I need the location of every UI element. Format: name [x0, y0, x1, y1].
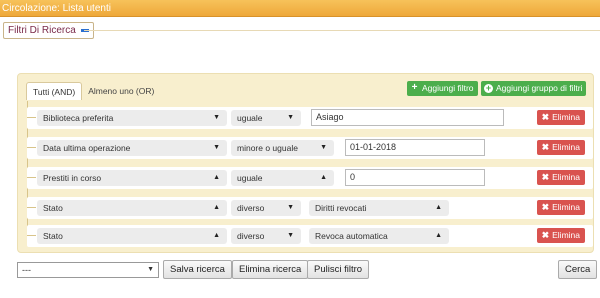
field-select[interactable]: Stato ▲	[37, 200, 227, 216]
caret-up-icon: ▲	[213, 174, 220, 181]
delete-filter-button[interactable]: ✖ Elimina	[536, 228, 585, 243]
filter-row: Data ultima operazione ▼ minore o uguale…	[27, 137, 593, 159]
delete-filter-label: Elimina	[552, 172, 580, 182]
operator-select-value: uguale	[237, 173, 263, 183]
add-filter-label: Aggiungi filtro	[422, 83, 474, 93]
field-select[interactable]: Biblioteca preferita ▼	[37, 110, 227, 126]
filter-row: Stato ▲ diverso ▼ Revoca automatica ▲ ✖ …	[27, 225, 593, 247]
saved-filters-select[interactable]: --- ▼	[17, 262, 159, 278]
field-select-value: Prestiti in corso	[43, 173, 102, 183]
search-button[interactable]: Cerca	[558, 260, 598, 279]
logic-tabs: Tutti (AND) Almeno uno (OR)	[26, 82, 160, 100]
delete-filter-button[interactable]: ✖ Elimina	[536, 110, 585, 125]
tree-branch	[27, 235, 36, 236]
window-title: Circolazione: Lista utenti	[0, 0, 600, 17]
operator-select-value: diverso	[237, 203, 265, 213]
value-select[interactable]: Revoca automatica ▲	[309, 228, 449, 244]
value-input[interactable]: 01-01-2018	[345, 139, 485, 156]
close-icon: ✖	[541, 230, 550, 240]
caret-down-icon: ▼	[287, 232, 294, 239]
tab-and[interactable]: Tutti (AND)	[26, 82, 83, 100]
tree-branch	[27, 177, 36, 178]
caret-down-icon: ▼	[287, 114, 294, 121]
value-input[interactable]: Asiago	[311, 109, 504, 126]
delete-filter-label: Elimina	[552, 112, 580, 122]
operator-select[interactable]: diverso ▼	[231, 200, 301, 216]
clear-filter-button[interactable]: Pulisci filtro	[307, 260, 370, 279]
tree-branch	[27, 117, 36, 118]
chevron-down-icon: ▼	[147, 266, 154, 273]
filter-row: Prestiti in corso ▲ uguale ▲ 0 ✖ Elimina	[27, 167, 593, 189]
delete-search-button[interactable]: Elimina ricerca	[232, 260, 309, 279]
value-select[interactable]: Diritti revocati ▲	[309, 200, 449, 216]
caret-up-icon: ▲	[320, 174, 327, 181]
field-select-value: Stato	[43, 203, 63, 213]
caret-down-icon: ▼	[320, 144, 327, 151]
filters-toggle[interactable]: Filtri Di Ricerca	[3, 22, 94, 39]
filter-panel: Tutti (AND) Almeno uno (OR) + Aggiungi f…	[17, 73, 594, 253]
caret-up-icon: ▲	[435, 204, 442, 211]
field-select[interactable]: Stato ▲	[37, 228, 227, 244]
delete-filter-button[interactable]: ✖ Elimina	[536, 170, 585, 185]
operator-select[interactable]: uguale ▲	[231, 170, 334, 186]
delete-filter-button[interactable]: ✖ Elimina	[536, 140, 585, 155]
caret-down-icon: ▼	[287, 204, 294, 211]
value-select-value: Diritti revocati	[315, 203, 367, 213]
field-select-value: Biblioteca preferita	[43, 113, 114, 123]
field-select[interactable]: Data ultima operazione ▼	[37, 140, 227, 156]
saved-filters-value: ---	[22, 265, 31, 275]
caret-down-icon: ▼	[213, 144, 220, 151]
field-select[interactable]: Prestiti in corso ▲	[37, 170, 227, 186]
close-icon: ✖	[541, 142, 550, 152]
add-filter-group-label: Aggiungi gruppo di filtri	[496, 83, 583, 93]
plus-circle-icon: +	[484, 83, 493, 93]
filter-row: Stato ▲ diverso ▼ Diritti revocati ▲ ✖ E…	[27, 197, 593, 219]
delete-filter-label: Elimina	[552, 142, 580, 152]
operator-select-value: uguale	[237, 113, 263, 123]
tree-branch	[27, 207, 36, 208]
close-icon: ✖	[541, 112, 550, 122]
close-icon: ✖	[541, 202, 550, 212]
operator-select-value: minore o uguale	[237, 143, 298, 153]
caret-up-icon: ▲	[435, 232, 442, 239]
delete-filter-label: Elimina	[552, 202, 580, 212]
operator-select[interactable]: minore o uguale ▼	[231, 140, 334, 156]
delete-filter-button[interactable]: ✖ Elimina	[536, 200, 585, 215]
add-filter-button[interactable]: + Aggiungi filtro	[407, 81, 478, 96]
value-select-value: Revoca automatica	[315, 231, 388, 241]
operator-select-value: diverso	[237, 231, 265, 241]
filter-row: Biblioteca preferita ▼ uguale ▼ Asiago ✖…	[27, 107, 593, 129]
caret-down-icon: ▼	[213, 114, 220, 121]
operator-select[interactable]: diverso ▼	[231, 228, 301, 244]
tree-branch	[27, 147, 36, 148]
value-input[interactable]: 0	[345, 169, 485, 186]
field-select-value: Data ultima operazione	[43, 143, 131, 153]
caret-up-icon: ▲	[213, 204, 220, 211]
filters-divider	[84, 30, 600, 31]
tab-or[interactable]: Almeno uno (OR)	[82, 82, 160, 100]
delete-filter-label: Elimina	[552, 230, 580, 240]
field-select-value: Stato	[43, 231, 63, 241]
caret-up-icon: ▲	[213, 232, 220, 239]
save-search-button[interactable]: Salva ricerca	[163, 260, 232, 279]
add-filter-group-button[interactable]: + Aggiungi gruppo di filtri	[481, 81, 587, 96]
operator-select[interactable]: uguale ▼	[231, 110, 301, 126]
plus-icon: +	[411, 82, 418, 93]
filters-toggle-label: Filtri Di Ricerca	[8, 25, 76, 36]
close-icon: ✖	[541, 172, 550, 182]
